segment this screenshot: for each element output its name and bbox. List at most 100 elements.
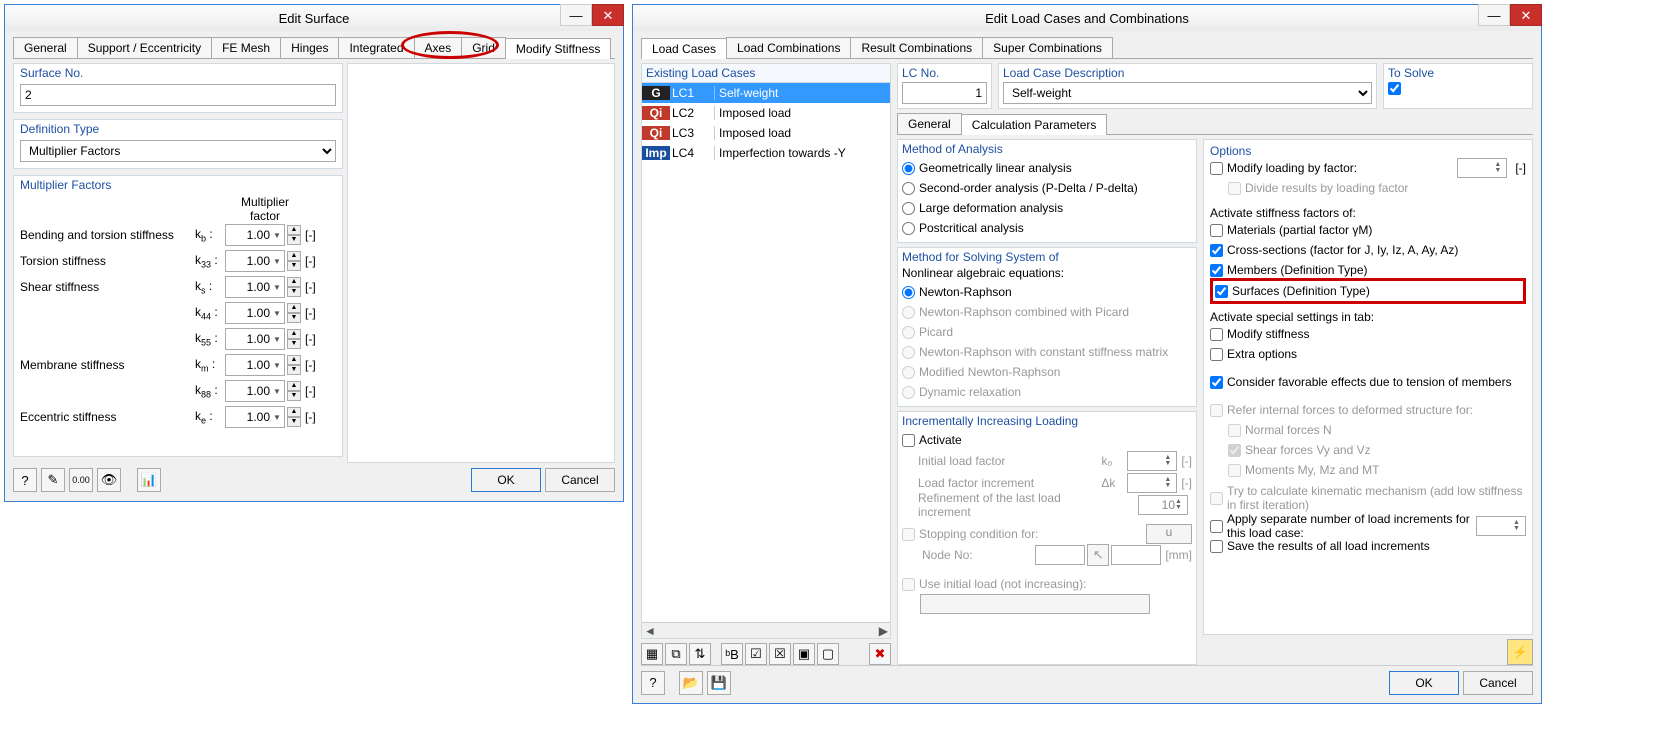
mf-spinner[interactable]: 1.00▼ [225,250,285,272]
ok-button[interactable]: OK [471,468,541,492]
mf-stepper[interactable]: ▲▼ [287,225,301,245]
tab-modify-stiffness[interactable]: Modify Stiffness [505,38,611,59]
mf-spinner[interactable]: 1.00▼ [225,380,285,402]
lc-desc-select[interactable]: Self-weight [1003,82,1372,104]
mf-stepper[interactable]: ▲▼ [287,407,301,427]
mf-k: k33 : [195,253,225,269]
tab-support[interactable]: Support / Eccentricity [77,37,212,58]
mf-stepper[interactable]: ▲▼ [287,381,301,401]
sel-uncheck-icon[interactable]: ☒ [769,643,791,665]
mf-spinner[interactable]: 1.00▼ [225,224,285,246]
node-no-input [1035,545,1085,565]
refer-chk [1228,444,1241,457]
units-icon[interactable]: 0.00 [69,468,93,492]
modify-stiffness-chk[interactable] [1210,328,1223,341]
tab-axes[interactable]: Axes [414,37,463,58]
sel-none-icon[interactable]: ▢ [817,643,839,665]
lc-name: LC4 [672,146,714,160]
apply-sep-input[interactable]: ▲▼ [1476,516,1526,536]
node-no-label: Node No: [922,548,1035,562]
sel-bold-icon[interactable]: ᵇB [721,643,743,665]
mf-stepper[interactable]: ▲▼ [287,329,301,349]
activate-chk[interactable] [1210,264,1223,277]
method-radio[interactable] [902,222,915,235]
save-results-chk[interactable] [1210,540,1223,553]
lc-row[interactable]: Imp LC4 Imperfection towards -Y [642,143,890,163]
tab-grid[interactable]: Grid [461,37,506,58]
extra-options-chk[interactable] [1210,348,1223,361]
ok-button[interactable]: OK [1389,671,1459,695]
close-button[interactable]: ✕ [1510,4,1542,26]
tab-result-combinations[interactable]: Result Combinations [850,37,983,58]
method-radio[interactable] [902,202,915,215]
solver-radio[interactable] [902,286,915,299]
delete-icon[interactable]: ✖ [869,643,891,665]
solver-label: Dynamic relaxation [919,385,1021,399]
lc-row[interactable]: G LC1 Self-weight [642,83,890,103]
minimize-button[interactable]: — [1478,4,1510,26]
mf-spinner[interactable]: 1.00▼ [225,276,285,298]
open-icon[interactable]: 📂 [679,671,703,695]
lc-row[interactable]: Qi LC2 Imposed load [642,103,890,123]
lightning-button[interactable]: ⚡ [1507,639,1533,665]
activate-chk[interactable] [1215,285,1228,298]
mf-stepper[interactable]: ▲▼ [287,355,301,375]
copy-icon[interactable]: ⧉ [665,643,687,665]
solver-label: Modified Newton-Raphson [919,365,1060,379]
mf-stepper[interactable]: ▲▼ [287,277,301,297]
sel-all-icon[interactable]: ▣ [793,643,815,665]
inc-loading: Incrementally Increasing Loading Activat… [897,411,1197,665]
subtab-calc-params[interactable]: Calculation Parameters [961,114,1108,135]
divide-results-label: Divide results by loading factor [1245,181,1408,195]
cancel-button[interactable]: Cancel [545,468,615,492]
activate-chk[interactable] [1210,244,1223,257]
lc-no-input[interactable] [902,82,987,104]
save-icon[interactable]: 💾 [707,671,731,695]
minimize-button[interactable]: — [560,4,592,26]
definition-type-select[interactable]: Multiplier Factors [20,140,336,162]
tab-load-cases[interactable]: Load Cases [641,38,727,59]
edit-load-cases-window: Edit Load Cases and Combinations — ✕ Loa… [632,4,1542,704]
modify-factor-input[interactable]: ▲▼ [1457,158,1507,178]
chart-icon[interactable]: 📊 [137,468,161,492]
modify-loading-chk[interactable] [1210,162,1223,175]
tab-load-combinations[interactable]: Load Combinations [726,37,851,58]
sel-check-icon[interactable]: ☑ [745,643,767,665]
apply-sep-chk[interactable] [1210,520,1223,533]
consider-tension-chk[interactable] [1210,376,1223,389]
tab-super-combinations[interactable]: Super Combinations [982,37,1113,58]
sort-icon[interactable]: ⇅ [689,643,711,665]
h-scrollbar[interactable]: ◄▶ [642,622,890,638]
mf-stepper[interactable]: ▲▼ [287,303,301,323]
help-button[interactable]: ? [641,671,665,695]
edit-icon[interactable]: ✎ [41,468,65,492]
subtab-general[interactable]: General [897,113,962,134]
lc-badge: G [642,86,670,100]
surface-tabstrip: General Support / Eccentricity FE Mesh H… [13,37,615,59]
inc-activate-chk[interactable] [902,434,915,447]
mf-spinner[interactable]: 1.00▼ [225,302,285,324]
method-radio[interactable] [902,162,915,175]
method-radio[interactable] [902,182,915,195]
tab-general[interactable]: General [13,37,78,58]
cancel-button[interactable]: Cancel [1463,671,1533,695]
to-solve-checkbox[interactable] [1388,82,1401,95]
help-button[interactable]: ? [13,468,37,492]
close-button[interactable]: ✕ [592,4,624,26]
surface-no-input[interactable] [20,84,336,106]
special-settings-title: Activate special settings in tab: [1210,310,1526,324]
lc-row[interactable]: Qi LC3 Imposed load [642,123,890,143]
tab-integrated[interactable]: Integrated [338,37,414,58]
consider-tension-label: Consider favorable effects due to tensio… [1227,375,1512,389]
tab-femesh[interactable]: FE Mesh [211,37,281,58]
mf-stepper[interactable]: ▲▼ [287,251,301,271]
stop-cond-label: Stopping condition for: [919,527,1142,541]
activate-chk[interactable] [1210,224,1223,237]
to-solve-label: To Solve [1388,66,1528,80]
tab-hinges[interactable]: Hinges [280,37,339,58]
new-icon[interactable]: ▦ [641,643,663,665]
mf-spinner[interactable]: 1.00▼ [225,406,285,428]
mf-spinner[interactable]: 1.00▼ [225,354,285,376]
mf-spinner[interactable]: 1.00▼ [225,328,285,350]
eye-icon[interactable]: 👁 [97,468,121,492]
